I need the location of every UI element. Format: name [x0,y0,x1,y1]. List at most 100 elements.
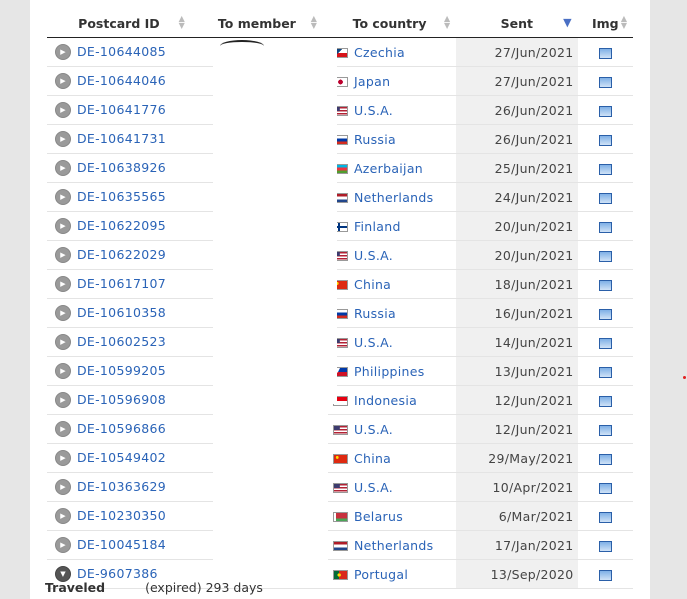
postcard-id-link[interactable]: DE-10644046 [77,73,166,88]
play-icon[interactable]: ▶ [55,73,71,90]
postcard-id-link[interactable]: DE-10596866 [77,421,166,436]
country-link[interactable]: U.S.A. [354,480,393,495]
cell-postcard-id: ▶ DE-10641731 [47,124,191,154]
play-icon[interactable]: ▶ [55,334,71,351]
image-icon[interactable] [598,395,612,407]
postcard-id-link[interactable]: DE-10363629 [77,479,166,494]
play-icon[interactable]: ▶ [55,537,71,554]
image-icon[interactable] [598,76,612,88]
country-link[interactable]: Belarus [354,509,403,524]
country-link[interactable]: Netherlands [354,190,434,205]
postcard-id-link[interactable]: DE-10641776 [77,102,166,117]
play-icon[interactable]: ▶ [55,392,71,409]
image-icon[interactable] [598,47,612,59]
sort-desc-icon: ▼ [563,16,572,29]
cell-postcard-id: ▶ DE-10641776 [47,95,191,125]
play-icon[interactable]: ▶ [55,276,71,293]
sort-icon: ▲ ▼ [178,14,185,30]
country-link[interactable]: Netherlands [354,538,434,553]
image-icon[interactable] [598,279,612,291]
country-link[interactable]: Russia [354,306,396,321]
country-link[interactable]: Finland [354,219,401,234]
postcard-id-link[interactable]: DE-10638926 [77,160,166,175]
image-icon[interactable] [598,221,612,233]
cell-sent-date: 26/Jun/2021 [456,124,578,154]
play-icon[interactable]: ▶ [55,305,71,322]
play-icon[interactable]: ▶ [55,189,71,206]
image-icon[interactable] [598,424,612,436]
country-link[interactable]: China [354,451,391,466]
play-icon[interactable]: ▶ [55,508,71,525]
postcard-id-link[interactable]: DE-10622029 [77,247,166,262]
image-icon[interactable] [598,250,612,262]
country-link[interactable]: Czechia [354,45,405,60]
postcard-id-link[interactable]: DE-10602523 [77,334,166,349]
play-icon[interactable]: ▶ [55,131,71,148]
play-icon[interactable]: ▶ [55,421,71,438]
header-sent[interactable]: Sent ▼ [456,10,578,38]
play-icon[interactable]: ▶ [55,247,71,264]
postcards-table: Postcard ID ▲ ▼ To member ▲ ▼ To country ▲ ▼ S… [47,10,633,589]
header-postcard-id[interactable]: Postcard ID ▲ ▼ [47,10,191,38]
image-icon[interactable] [598,453,612,465]
country-link[interactable]: Japan [354,74,390,89]
cell-img [577,211,633,241]
postcard-id-link[interactable]: DE-10599205 [77,363,166,378]
table-row: ▶ DE-10641731 Russia 26/Jun/2021 [47,124,633,154]
play-icon[interactable]: ▶ [55,450,71,467]
cell-sent-date: 13/Sep/2020 [456,559,578,589]
cell-postcard-id: ▶ DE-10602523 [47,327,191,357]
country-link[interactable]: China [354,277,391,292]
country-link[interactable]: U.S.A. [354,422,393,437]
image-icon[interactable] [598,134,612,146]
play-icon[interactable]: ▶ [55,160,71,177]
postcard-id-link[interactable]: DE-9607386 [77,566,158,581]
country-link[interactable]: Russia [354,132,396,147]
cell-img [577,153,633,183]
country-link[interactable]: Portugal [354,567,408,582]
header-to-member[interactable]: To member ▲ ▼ [190,10,323,38]
cell-sent-date: 20/Jun/2021 [456,240,578,270]
image-icon[interactable] [598,511,612,523]
image-icon[interactable] [598,337,612,349]
country-link[interactable]: Azerbaijan [354,161,423,176]
play-icon[interactable]: ▶ [55,102,71,119]
play-icon[interactable]: ▶ [55,218,71,235]
header-to-country[interactable]: To country ▲ ▼ [322,10,457,38]
country-link[interactable]: U.S.A. [354,103,393,118]
cell-img [577,356,633,386]
postcard-id-link[interactable]: DE-10644085 [77,44,166,59]
image-icon[interactable] [598,163,612,175]
postcard-id-link[interactable]: DE-10617107 [77,276,166,291]
cell-img [577,298,633,328]
postcard-id-link[interactable]: DE-10622095 [77,218,166,233]
play-icon[interactable]: ▶ [55,363,71,380]
image-icon[interactable] [598,482,612,494]
image-icon[interactable] [598,366,612,378]
country-link[interactable]: Philippines [354,364,425,379]
table-row: ▶ DE-10045184 Netherlands 17/Jan/2021 [47,530,633,560]
postcard-id-link[interactable]: DE-10230350 [77,508,166,523]
cell-img [577,530,633,560]
play-icon[interactable]: ▶ [55,479,71,496]
postcard-id-link[interactable]: DE-10635565 [77,189,166,204]
header-img[interactable]: Img ▲ ▼ [577,10,633,38]
image-icon[interactable] [598,540,612,552]
postcard-id-link[interactable]: DE-10641731 [77,131,166,146]
image-icon[interactable] [598,569,612,581]
postcard-id-link[interactable]: DE-10045184 [77,537,166,552]
postcard-id-link[interactable]: DE-10549402 [77,450,166,465]
cell-sent-date: 13/Jun/2021 [456,356,578,386]
country-link[interactable]: U.S.A. [354,335,393,350]
cell-sent-date: 18/Jun/2021 [456,269,578,299]
country-link[interactable]: Indonesia [354,393,417,408]
cell-img [577,501,633,531]
postcard-id-link[interactable]: DE-10596908 [77,392,166,407]
play-icon[interactable]: ▶ [55,44,71,61]
image-icon[interactable] [598,308,612,320]
country-link[interactable]: U.S.A. [354,248,393,263]
image-icon[interactable] [598,192,612,204]
image-icon[interactable] [598,105,612,117]
table-row: ▶ DE-10596908 Indonesia 12/Jun/2021 [47,385,633,415]
postcard-id-link[interactable]: DE-10610358 [77,305,166,320]
